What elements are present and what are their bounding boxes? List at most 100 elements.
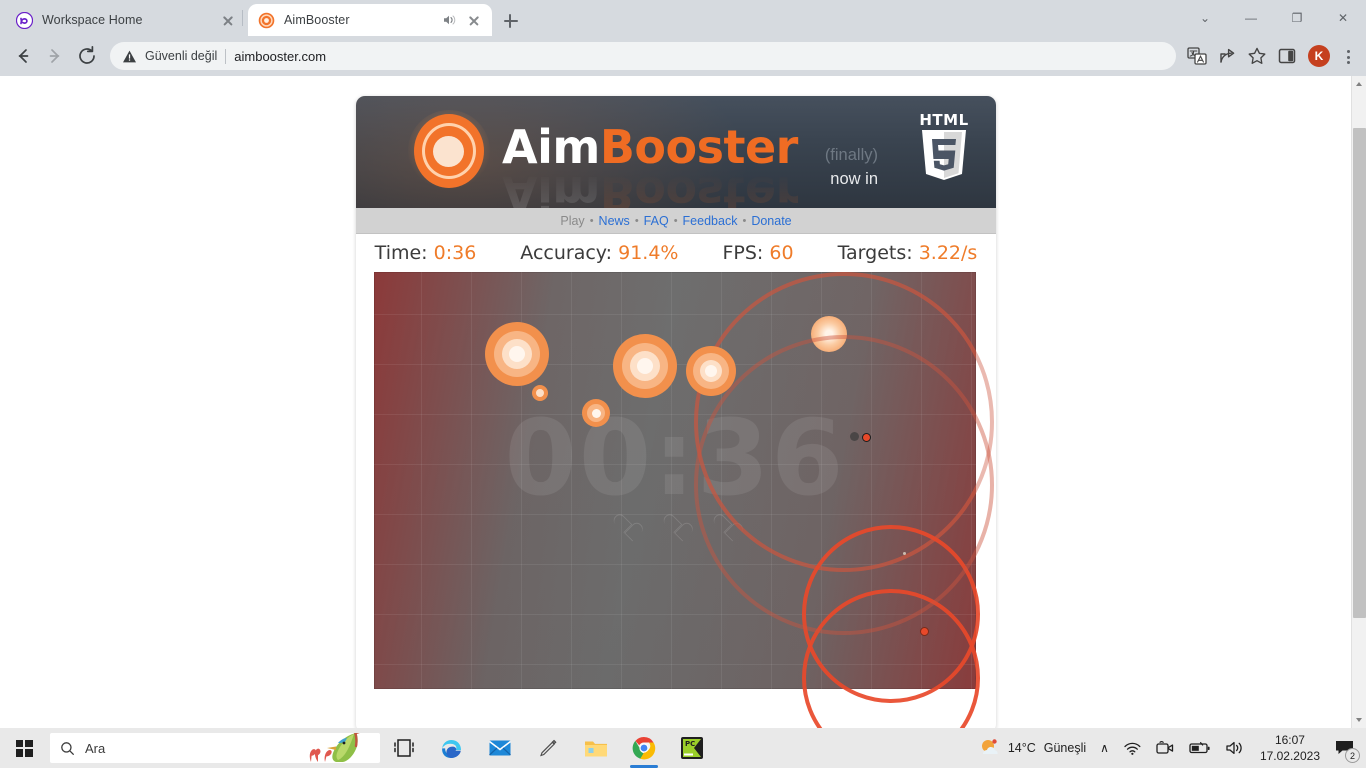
- page-viewport: AimBooster AimBooster (finally) now in H…: [0, 76, 1366, 728]
- notification-center-button[interactable]: 2: [1328, 728, 1362, 768]
- chrome-icon[interactable]: [620, 728, 668, 768]
- chevron-up-icon: ∧: [1100, 741, 1109, 755]
- logo-reflection-booster: Booster: [599, 166, 798, 208]
- html5-badge-icon: HTML: [914, 110, 974, 192]
- stat-targets: Targets: 3.22/s: [838, 242, 978, 264]
- logo-word-aim: Aim: [502, 120, 600, 174]
- bird-illustration-icon: [294, 733, 380, 763]
- battery-icon[interactable]: [1182, 728, 1218, 768]
- search-icon: [60, 741, 75, 756]
- share-icon[interactable]: [1214, 43, 1240, 69]
- scrollbar-thumb[interactable]: [1353, 128, 1366, 618]
- tagline-now-in: now in: [830, 170, 878, 188]
- stat-accuracy-value: 91.4%: [618, 242, 679, 264]
- logo-reflection-aim: Aim: [502, 166, 600, 208]
- web-page: AimBooster AimBooster (finally) now in H…: [0, 76, 1351, 728]
- new-tab-button[interactable]: [498, 8, 524, 34]
- target[interactable]: [485, 322, 549, 386]
- target-center: [705, 365, 717, 377]
- wifi-icon[interactable]: [1116, 728, 1148, 768]
- stat-accuracy-label: Accuracy:: [520, 242, 613, 264]
- scroll-down-icon[interactable]: [1352, 712, 1366, 728]
- side-panel-icon[interactable]: [1274, 43, 1300, 69]
- expanding-ring-large-overflow-right: [694, 335, 994, 635]
- close-window-button[interactable]: ✕: [1320, 0, 1366, 36]
- page-scrollbar[interactable]: [1351, 76, 1366, 728]
- weather-temperature: 14°C: [1007, 741, 1036, 755]
- tab-strip: Workspace Home AimBooster ⌄ — ❐ ✕: [0, 0, 1366, 36]
- stat-time-value: 0:36: [433, 242, 477, 264]
- svg-text:PC: PC: [685, 740, 695, 748]
- close-icon[interactable]: [466, 12, 482, 28]
- minimize-icon: —: [1245, 11, 1257, 25]
- chrome-browser-window: Workspace Home AimBooster ⌄ — ❐ ✕ Güvenl…: [0, 0, 1366, 728]
- window-controls: ⌄ — ❐ ✕: [1182, 0, 1366, 36]
- notification-count-badge: 2: [1345, 748, 1360, 763]
- stat-time-label: Time:: [374, 242, 428, 264]
- nav-link-faq[interactable]: FAQ: [639, 214, 674, 228]
- taskbar-clock[interactable]: 16:07 17.02.2023: [1252, 732, 1328, 764]
- back-button[interactable]: [8, 41, 38, 71]
- aimbooster-icon: [258, 12, 275, 29]
- tab-search-button[interactable]: ⌄: [1182, 0, 1228, 36]
- scroll-up-icon[interactable]: [1352, 76, 1366, 92]
- toolbar-icons: K: [1184, 43, 1358, 69]
- chrome-menu-button[interactable]: [1338, 43, 1358, 69]
- translate-icon[interactable]: [1184, 43, 1210, 69]
- close-icon: ✕: [1337, 11, 1349, 25]
- reload-button[interactable]: [72, 41, 102, 71]
- nav-link-play[interactable]: Play: [555, 214, 589, 228]
- system-tray: 14°C Güneşli ∧ 16:07 17.02.2023 2: [972, 728, 1366, 768]
- warning-triangle-icon[interactable]: [122, 49, 137, 64]
- tab-title: Workspace Home: [42, 13, 143, 27]
- svg-text:HTML: HTML: [919, 111, 968, 129]
- clock-time: 16:07: [1274, 732, 1305, 747]
- pycharm-icon[interactable]: PC: [668, 728, 716, 768]
- target[interactable]: [532, 385, 548, 401]
- edge-icon[interactable]: [428, 728, 476, 768]
- stat-fps: FPS: 60: [722, 242, 793, 264]
- target[interactable]: [582, 399, 610, 427]
- windows-taskbar: Ara PC 14°C Güneşli ∧ 16:07 17.02.2023 2: [0, 728, 1366, 768]
- heart-icon: [663, 515, 687, 537]
- url-text: aimbooster.com: [234, 48, 327, 64]
- bookmark-star-icon[interactable]: [1244, 43, 1270, 69]
- speaker-icon[interactable]: [441, 12, 457, 28]
- avatar[interactable]: K: [1308, 45, 1330, 67]
- mail-icon[interactable]: [476, 728, 524, 768]
- stat-fps-label: FPS:: [722, 242, 764, 264]
- target[interactable]: [613, 334, 677, 398]
- task-view-icon[interactable]: [380, 728, 428, 768]
- aimbooster-logo-icon: [408, 110, 490, 192]
- tab-title: AimBooster: [284, 13, 350, 27]
- start-button[interactable]: [0, 728, 48, 768]
- omnibox-divider: [225, 48, 227, 64]
- close-icon[interactable]: [220, 12, 236, 28]
- nav-link-news[interactable]: News: [594, 214, 635, 228]
- weather-icon: [979, 738, 1001, 758]
- meet-now-icon[interactable]: [1148, 728, 1182, 768]
- minimize-button[interactable]: —: [1228, 0, 1274, 36]
- weather-widget[interactable]: 14°C Güneşli: [972, 728, 1093, 768]
- snip-icon[interactable]: [524, 728, 572, 768]
- site-logo-reflection: AimBooster: [502, 166, 798, 208]
- show-hidden-icons-button[interactable]: ∧: [1093, 728, 1116, 768]
- file-explorer-icon[interactable]: [572, 728, 620, 768]
- windows-logo-icon: [15, 739, 33, 757]
- heart-icon: [613, 515, 637, 537]
- tagline-finally: (finally): [824, 146, 878, 164]
- workspace-icon: [15, 11, 34, 29]
- site-header: AimBooster AimBooster (finally) now in H…: [356, 96, 996, 208]
- maximize-button[interactable]: ❐: [1274, 0, 1320, 36]
- volume-icon[interactable]: [1218, 728, 1252, 768]
- maximize-icon: ❐: [1291, 11, 1303, 25]
- taskbar-search-box[interactable]: Ara: [50, 733, 380, 763]
- browser-tab-workspace-home[interactable]: Workspace Home: [6, 4, 246, 36]
- browser-tab-aimbooster[interactable]: AimBooster: [248, 4, 492, 36]
- address-bar[interactable]: Güvenli değil aimbooster.com: [110, 42, 1176, 70]
- nav-link-feedback[interactable]: Feedback: [678, 214, 743, 228]
- stat-targets-label: Targets:: [837, 242, 913, 264]
- nav-link-donate[interactable]: Donate: [746, 214, 796, 228]
- target-center: [637, 358, 653, 374]
- forward-button: [40, 41, 70, 71]
